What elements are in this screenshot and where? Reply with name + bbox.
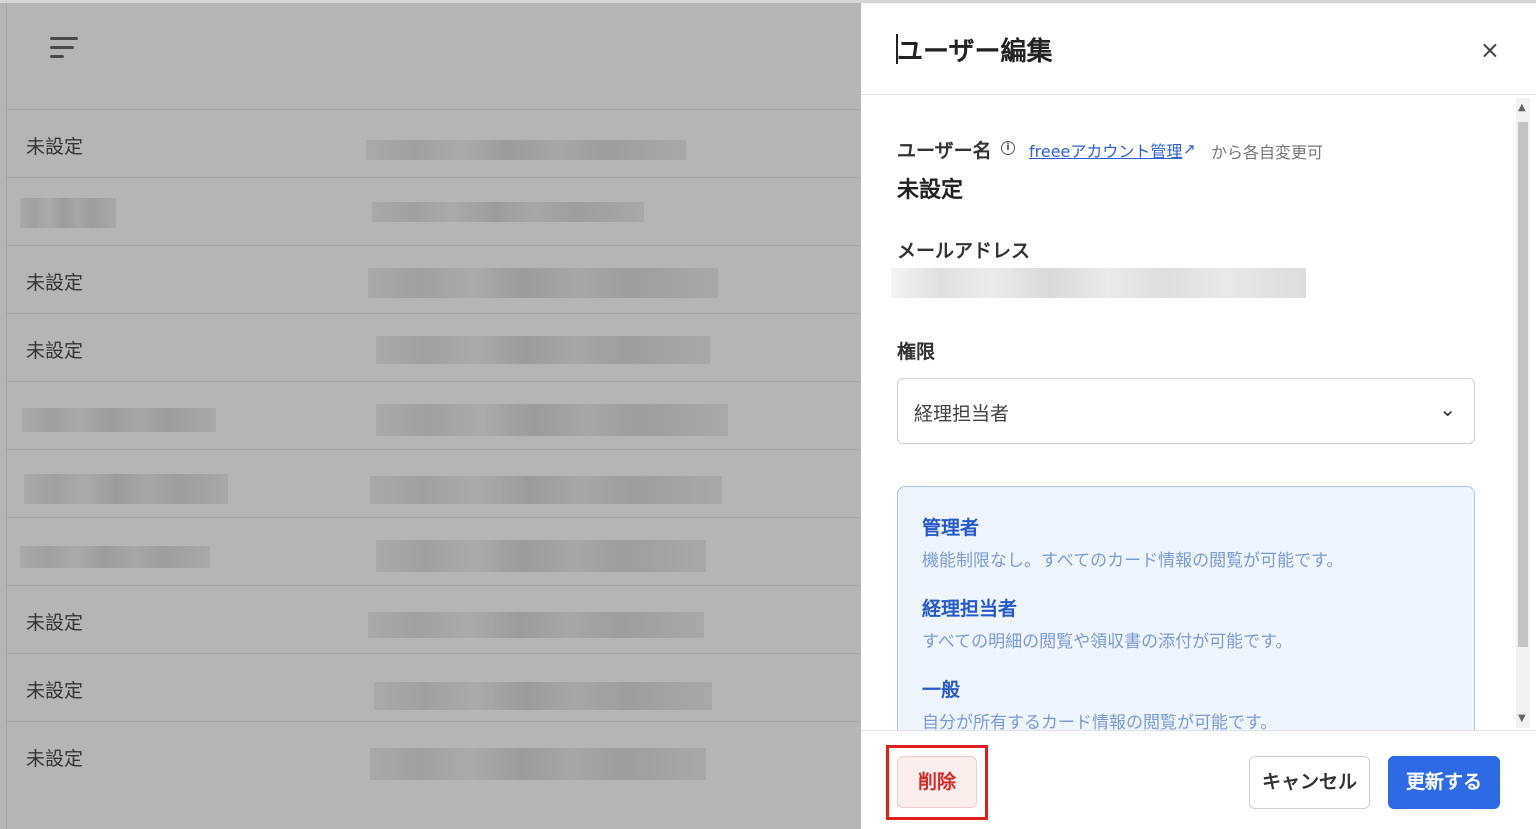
blurred-email bbox=[370, 476, 722, 504]
list-item[interactable]: 未設定 bbox=[6, 245, 861, 313]
panel-title: ユーザー編集 bbox=[895, 31, 1052, 68]
blurred-email bbox=[368, 268, 718, 298]
username-hint: から各自変更可 bbox=[1211, 143, 1324, 162]
external-link-icon[interactable]: ↗ bbox=[1183, 140, 1196, 158]
user-name: 未設定 bbox=[26, 136, 84, 158]
blurred-email bbox=[370, 748, 706, 780]
update-button[interactable]: 更新する bbox=[1388, 756, 1500, 809]
scrollbar-thumb[interactable] bbox=[1518, 122, 1528, 647]
list-item[interactable]: 未設定 bbox=[6, 109, 861, 177]
blurred-name bbox=[20, 198, 116, 228]
blurred-email bbox=[376, 540, 706, 572]
panel-header: ユーザー編集 × bbox=[861, 3, 1536, 95]
list-item[interactable] bbox=[6, 177, 861, 245]
role-info-box: 管理者 機能制限なし。すべてのカード情報の閲覧が可能です。 経理担当者 すべての… bbox=[897, 486, 1475, 730]
role-select[interactable]: 経理担当者 ⌄ bbox=[897, 378, 1475, 444]
blurred-name bbox=[20, 546, 210, 568]
cancel-button[interactable]: キャンセル bbox=[1249, 756, 1370, 809]
role-desc: すべての明細の閲覧や領収書の添付が可能です。 bbox=[922, 632, 1293, 652]
scroll-down-icon[interactable]: ▼ bbox=[1518, 713, 1526, 724]
role-desc: 機能制限なし。すべてのカード情報の閲覧が可能です。 bbox=[922, 551, 1344, 571]
list-item[interactable]: 未設定 bbox=[6, 313, 861, 381]
user-edit-panel: ユーザー編集 × ユーザー名 i freeeアカウント管理 ↗ から各自変更可 … bbox=[861, 0, 1536, 829]
blurred-email bbox=[376, 336, 710, 364]
role-title: 経理担当者 bbox=[922, 598, 1018, 620]
panel-footer: 削除 キャンセル 更新する bbox=[861, 730, 1536, 829]
scroll-up-icon[interactable]: ▲ bbox=[1518, 102, 1526, 113]
user-name: 未設定 bbox=[26, 340, 84, 362]
list-item[interactable]: 未設定 bbox=[6, 653, 861, 721]
info-icon: i bbox=[1001, 141, 1015, 155]
blurred-name bbox=[22, 408, 216, 432]
blurred-name bbox=[24, 474, 228, 504]
role-selected-value: 経理担当者 bbox=[914, 403, 1010, 425]
role-title: 一般 bbox=[922, 679, 961, 701]
blurred-email bbox=[372, 202, 644, 222]
role-description-general: 一般 自分が所有するカード情報の閲覧が可能です。 bbox=[922, 675, 1277, 730]
background-user-list: 未設定 未設定 未設定 未設定 未設定 未設定 bbox=[0, 0, 861, 829]
username-value: 未設定 bbox=[897, 178, 964, 203]
user-name: 未設定 bbox=[26, 680, 84, 702]
list-item[interactable] bbox=[6, 449, 861, 517]
username-label: ユーザー名 bbox=[897, 140, 992, 162]
blurred-email bbox=[374, 682, 712, 710]
freee-account-link[interactable]: freeeアカウント管理 bbox=[1029, 138, 1182, 162]
delete-highlight: 削除 bbox=[886, 745, 988, 820]
list-item[interactable]: 未設定 bbox=[6, 585, 861, 653]
panel-content: ユーザー名 i freeeアカウント管理 ↗ から各自変更可 未設定 メールアド… bbox=[861, 96, 1511, 730]
close-icon[interactable]: × bbox=[1480, 38, 1500, 62]
delete-button[interactable]: 削除 bbox=[897, 756, 977, 808]
scrollbar[interactable]: ▲ ▼ bbox=[1516, 98, 1530, 728]
role-description-admin: 管理者 機能制限なし。すべてのカード情報の閲覧が可能です。 bbox=[922, 513, 1343, 571]
role-label: 権限 bbox=[897, 341, 936, 363]
user-name: 未設定 bbox=[26, 748, 84, 770]
user-name: 未設定 bbox=[26, 612, 84, 634]
list-item[interactable]: 未設定 bbox=[6, 721, 861, 789]
blurred-email-value bbox=[891, 268, 1306, 298]
user-name: 未設定 bbox=[26, 272, 84, 294]
email-label: メールアドレス bbox=[897, 240, 1031, 262]
menu-icon[interactable] bbox=[50, 35, 84, 63]
role-title: 管理者 bbox=[922, 517, 980, 539]
list-item[interactable] bbox=[6, 517, 861, 585]
role-desc: 自分が所有するカード情報の閲覧が可能です。 bbox=[922, 713, 1278, 730]
blurred-email bbox=[376, 404, 728, 436]
blurred-email bbox=[366, 140, 686, 160]
role-description-accounting: 経理担当者 すべての明細の閲覧や領収書の添付が可能です。 bbox=[922, 594, 1292, 652]
chevron-down-icon: ⌄ bbox=[1439, 397, 1456, 421]
list-item[interactable] bbox=[6, 381, 861, 449]
blurred-email bbox=[368, 612, 704, 638]
